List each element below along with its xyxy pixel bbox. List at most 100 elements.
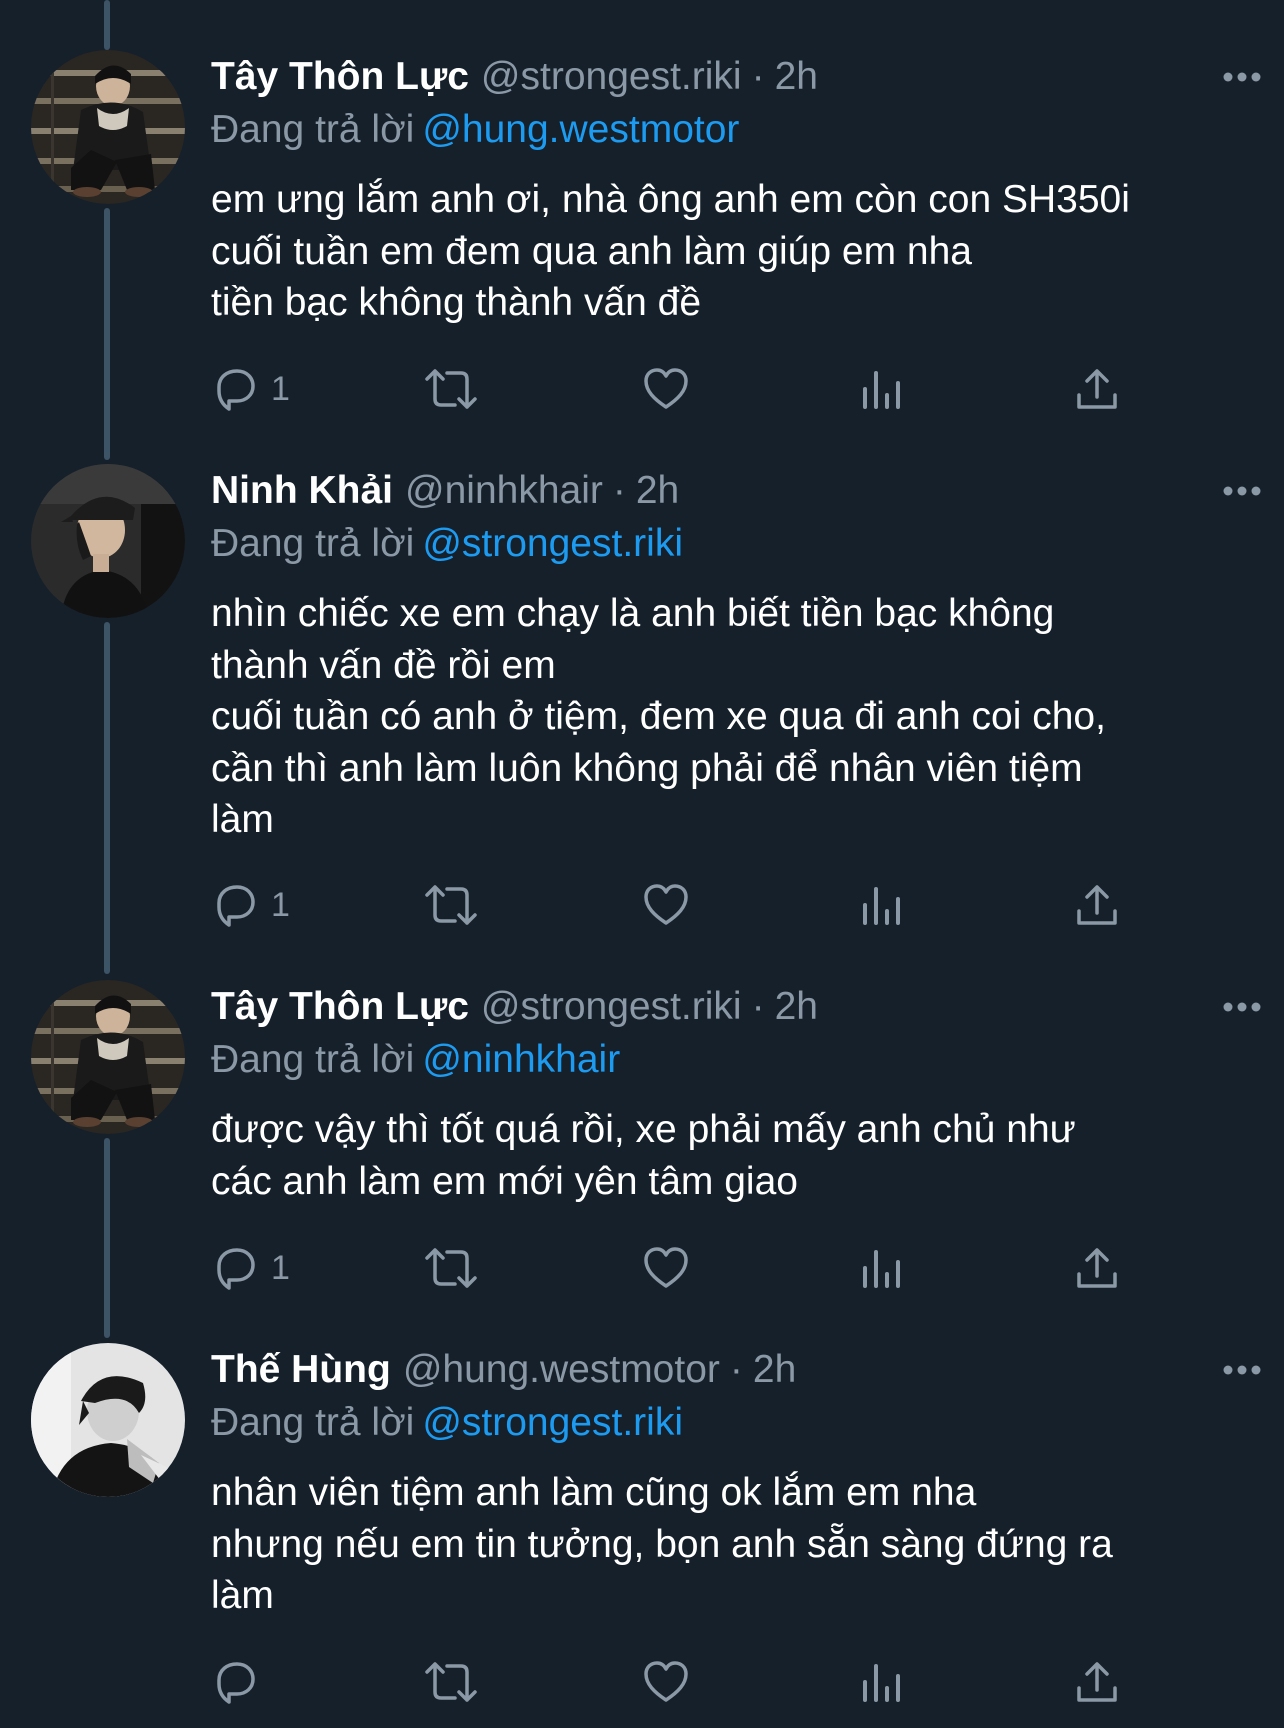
tweet-text: nhìn chiếc xe em chạy là anh biết tiền b…	[211, 592, 1106, 841]
replying-to: Đang trả lời @ninhkhair	[211, 1034, 1244, 1086]
avatar[interactable]	[31, 980, 185, 1134]
more-options-button[interactable]	[1222, 992, 1262, 1022]
tweet-header: Tây Thôn Lực @strongest.riki · 2h	[211, 50, 1244, 104]
reply-button[interactable]	[211, 1652, 271, 1712]
tweet-actions: 1	[211, 875, 1211, 935]
like-button[interactable]	[642, 359, 690, 419]
display-name[interactable]: Tây Thôn Lực	[211, 50, 469, 104]
share-upload-icon	[1077, 1248, 1117, 1288]
tweet-actions: 1	[211, 1238, 1211, 1298]
separator-dot: ·	[612, 469, 626, 512]
reply-mention-link[interactable]: @ninhkhair	[422, 1038, 620, 1081]
reply-mention-link[interactable]: @strongest.riki	[422, 522, 683, 565]
reply-button[interactable]: 1	[211, 1238, 290, 1298]
tweet-content: Tây Thôn Lực @strongest.riki · 2h Đang t…	[211, 50, 1244, 329]
separator-dot: ·	[729, 1348, 743, 1391]
more-horizontal-icon	[1223, 72, 1261, 82]
tweet-content: Thế Hùng @hung.westmotor · 2h Đang trả l…	[211, 1343, 1244, 1622]
display-name[interactable]: Thế Hùng	[211, 1343, 391, 1397]
like-button[interactable]	[642, 875, 690, 935]
heart-icon	[644, 1247, 688, 1288]
avatar[interactable]	[31, 50, 185, 204]
views-button[interactable]	[860, 359, 904, 419]
more-options-button[interactable]	[1222, 1355, 1262, 1385]
reply-bubble-icon	[217, 885, 255, 927]
tweet-actions	[211, 1652, 1211, 1712]
views-bar-chart-icon	[863, 371, 900, 409]
reply-mention-link[interactable]: @hung.westmotor	[422, 108, 739, 151]
share-button[interactable]	[1073, 1652, 1121, 1712]
timestamp[interactable]: 2h	[753, 1343, 796, 1397]
retweet-button[interactable]	[423, 1238, 479, 1298]
thread-line-1	[104, 208, 110, 460]
user-handle[interactable]: @strongest.riki	[481, 50, 742, 104]
retweet-button[interactable]	[423, 875, 479, 935]
more-horizontal-icon	[1223, 1002, 1261, 1012]
views-bar-chart-icon	[863, 887, 900, 925]
retweet-icon	[425, 369, 477, 409]
views-bar-chart-icon	[863, 1664, 900, 1702]
heart-icon	[644, 368, 688, 409]
tweet-header: Tây Thôn Lực @strongest.riki · 2h	[211, 980, 1244, 1034]
display-name[interactable]: Tây Thôn Lực	[211, 980, 469, 1034]
reply-bubble-icon	[217, 369, 255, 411]
reply-count: 1	[271, 1248, 290, 1287]
reply-bubble-icon	[217, 1662, 255, 1704]
tweet-header: Thế Hùng @hung.westmotor · 2h	[211, 1343, 1244, 1397]
heart-icon	[644, 884, 688, 925]
separator-dot: ·	[751, 985, 765, 1028]
avatar[interactable]	[31, 464, 185, 618]
reply-mention-link[interactable]: @strongest.riki	[422, 1401, 683, 1444]
tweet-actions: 1	[211, 359, 1211, 419]
more-options-button[interactable]	[1222, 476, 1262, 506]
share-upload-icon	[1077, 1662, 1117, 1702]
views-button[interactable]	[860, 1652, 904, 1712]
more-horizontal-icon	[1223, 1365, 1261, 1375]
timestamp[interactable]: 2h	[775, 50, 818, 104]
tweet-header: Ninh Khải @ninhkhair · 2h	[211, 464, 1244, 518]
replying-to-label: Đang trả lời	[211, 522, 415, 565]
replying-to: Đang trả lời @strongest.riki	[211, 518, 1244, 570]
thread-line-2	[104, 622, 110, 974]
replying-to-label: Đang trả lời	[211, 1038, 415, 1081]
like-button[interactable]	[642, 1652, 690, 1712]
tweet-text: nhân viên tiệm anh làm cũng ok lắm em nh…	[211, 1471, 1113, 1617]
reply-bubble-icon	[217, 1248, 255, 1290]
display-name[interactable]: Ninh Khải	[211, 464, 393, 518]
more-options-button[interactable]	[1222, 62, 1262, 92]
retweet-button[interactable]	[423, 359, 479, 419]
share-button[interactable]	[1073, 359, 1121, 419]
user-handle[interactable]: @hung.westmotor	[403, 1343, 720, 1397]
conversation-thread: Tây Thôn Lực @strongest.riki · 2h Đang t…	[0, 0, 1284, 1728]
thread-line-top	[104, 0, 110, 50]
more-horizontal-icon	[1223, 486, 1261, 496]
thread-line-3	[104, 1138, 110, 1338]
user-handle[interactable]: @ninhkhair	[405, 464, 603, 518]
share-upload-icon	[1077, 369, 1117, 409]
like-button[interactable]	[642, 1238, 690, 1298]
reply-count: 1	[271, 885, 290, 924]
replying-to: Đang trả lời @hung.westmotor	[211, 104, 1244, 156]
retweet-icon	[425, 1248, 477, 1288]
reply-button[interactable]: 1	[211, 359, 290, 419]
retweet-button[interactable]	[423, 1652, 479, 1712]
avatar[interactable]	[31, 1343, 185, 1497]
reply-button[interactable]: 1	[211, 875, 290, 935]
views-button[interactable]	[860, 875, 904, 935]
reply-count: 1	[271, 369, 290, 408]
replying-to-label: Đang trả lời	[211, 1401, 415, 1444]
retweet-icon	[425, 1662, 477, 1702]
user-handle[interactable]: @strongest.riki	[481, 980, 742, 1034]
timestamp[interactable]: 2h	[775, 980, 818, 1034]
tweet-content: Tây Thôn Lực @strongest.riki · 2h Đang t…	[211, 980, 1244, 1207]
share-button[interactable]	[1073, 875, 1121, 935]
views-bar-chart-icon	[863, 1250, 900, 1288]
tweet-content: Ninh Khải @ninhkhair · 2h Đang trả lời @s…	[211, 464, 1244, 846]
share-upload-icon	[1077, 885, 1117, 925]
views-button[interactable]	[860, 1238, 904, 1298]
tweet-text: được vậy thì tốt quá rồi, xe phải mấy an…	[211, 1108, 1076, 1203]
replying-to-label: Đang trả lời	[211, 108, 415, 151]
heart-icon	[644, 1661, 688, 1702]
share-button[interactable]	[1073, 1238, 1121, 1298]
timestamp[interactable]: 2h	[636, 464, 679, 518]
